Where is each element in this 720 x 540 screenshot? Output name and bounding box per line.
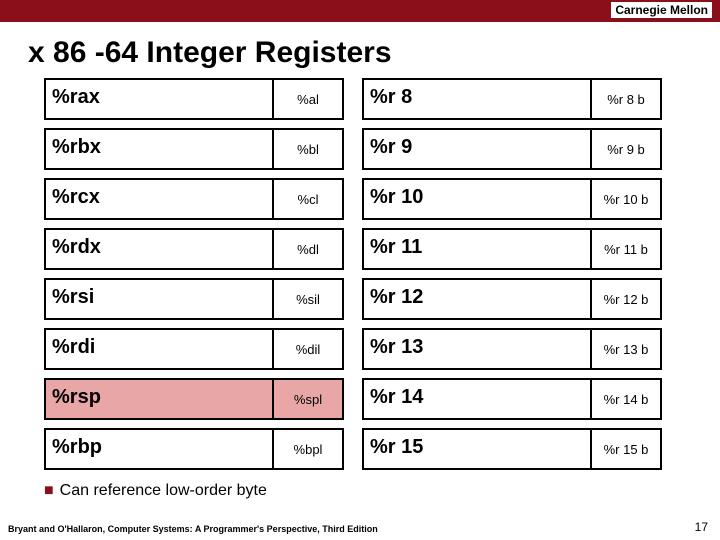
register-row: %rdx %dl %r 11 %r 11 b [44, 228, 676, 270]
reg-sub: %r 15 b [590, 430, 660, 468]
reg-sub: %dl [272, 230, 342, 268]
reg-rsp: %rsp %spl [44, 378, 344, 420]
slide-title: x 86 -64 Integer Registers [0, 22, 720, 78]
reg-sub: %sil [272, 280, 342, 318]
reg-r8: %r 8 %r 8 b [362, 78, 662, 120]
institution-label: Carnegie Mellon [611, 2, 712, 18]
reg-name: %r 13 [370, 336, 423, 359]
reg-name: %r 15 [370, 436, 423, 459]
reg-rbp: %rbp %bpl [44, 428, 344, 470]
reg-r14: %r 14 %r 14 b [362, 378, 662, 420]
reg-r13: %r 13 %r 13 b [362, 328, 662, 370]
reg-name: %r 8 [370, 86, 412, 109]
topbar: Carnegie Mellon [0, 0, 720, 22]
reg-name: %rdi [52, 336, 95, 359]
reg-sub: %dil [272, 330, 342, 368]
reg-r12: %r 12 %r 12 b [362, 278, 662, 320]
reg-rdx: %rdx %dl [44, 228, 344, 270]
register-row: %rsi %sil %r 12 %r 12 b [44, 278, 676, 320]
reg-rax: %rax %al [44, 78, 344, 120]
reg-name: %rdx [52, 236, 101, 259]
reg-sub: %bl [272, 130, 342, 168]
reg-sub: %r 12 b [590, 280, 660, 318]
reg-rsi: %rsi %sil [44, 278, 344, 320]
reg-rcx: %rcx %cl [44, 178, 344, 220]
register-grid: %rax %al %r 8 %r 8 b %rbx %bl %r 9 %r 9 … [0, 78, 720, 470]
reg-name: %r 11 [370, 236, 422, 259]
footer-book: Bryant and O'Hallaron, Computer Systems:… [8, 524, 378, 534]
reg-name: %rax [52, 86, 100, 109]
reg-name: %rbx [52, 136, 101, 159]
reg-name: %rbp [52, 436, 102, 459]
reg-r11: %r 11 %r 11 b [362, 228, 662, 270]
reg-name: %rsi [52, 286, 94, 309]
reg-name: %rcx [52, 186, 100, 209]
slide: Carnegie Mellon x 86 -64 Integer Registe… [0, 0, 720, 540]
reg-sub: %r 14 b [590, 380, 660, 418]
register-row: %rax %al %r 8 %r 8 b [44, 78, 676, 120]
bullet-item: ■ Can reference low-order byte [0, 470, 720, 500]
page-number: 17 [695, 520, 708, 534]
reg-r15: %r 15 %r 15 b [362, 428, 662, 470]
bullet-text: Can reference low-order byte [60, 482, 267, 499]
reg-name: %rsp [52, 386, 101, 409]
reg-name: %r 14 [370, 386, 423, 409]
reg-sub: %r 10 b [590, 180, 660, 218]
bullet-icon: ■ [44, 482, 54, 499]
reg-sub: %al [272, 80, 342, 118]
reg-sub: %spl [272, 380, 342, 418]
reg-name: %r 12 [370, 286, 423, 309]
register-row: %rbp %bpl %r 15 %r 15 b [44, 428, 676, 470]
register-row: %rsp %spl %r 14 %r 14 b [44, 378, 676, 420]
reg-sub: %r 9 b [590, 130, 660, 168]
reg-rdi: %rdi %dil [44, 328, 344, 370]
reg-rbx: %rbx %bl [44, 128, 344, 170]
register-row: %rcx %cl %r 10 %r 10 b [44, 178, 676, 220]
reg-r10: %r 10 %r 10 b [362, 178, 662, 220]
reg-name: %r 10 [370, 186, 423, 209]
reg-sub: %cl [272, 180, 342, 218]
reg-sub: %bpl [272, 430, 342, 468]
reg-r9: %r 9 %r 9 b [362, 128, 662, 170]
reg-sub: %r 11 b [590, 230, 660, 268]
reg-sub: %r 8 b [590, 80, 660, 118]
register-row: %rdi %dil %r 13 %r 13 b [44, 328, 676, 370]
register-row: %rbx %bl %r 9 %r 9 b [44, 128, 676, 170]
reg-name: %r 9 [370, 136, 412, 159]
reg-sub: %r 13 b [590, 330, 660, 368]
